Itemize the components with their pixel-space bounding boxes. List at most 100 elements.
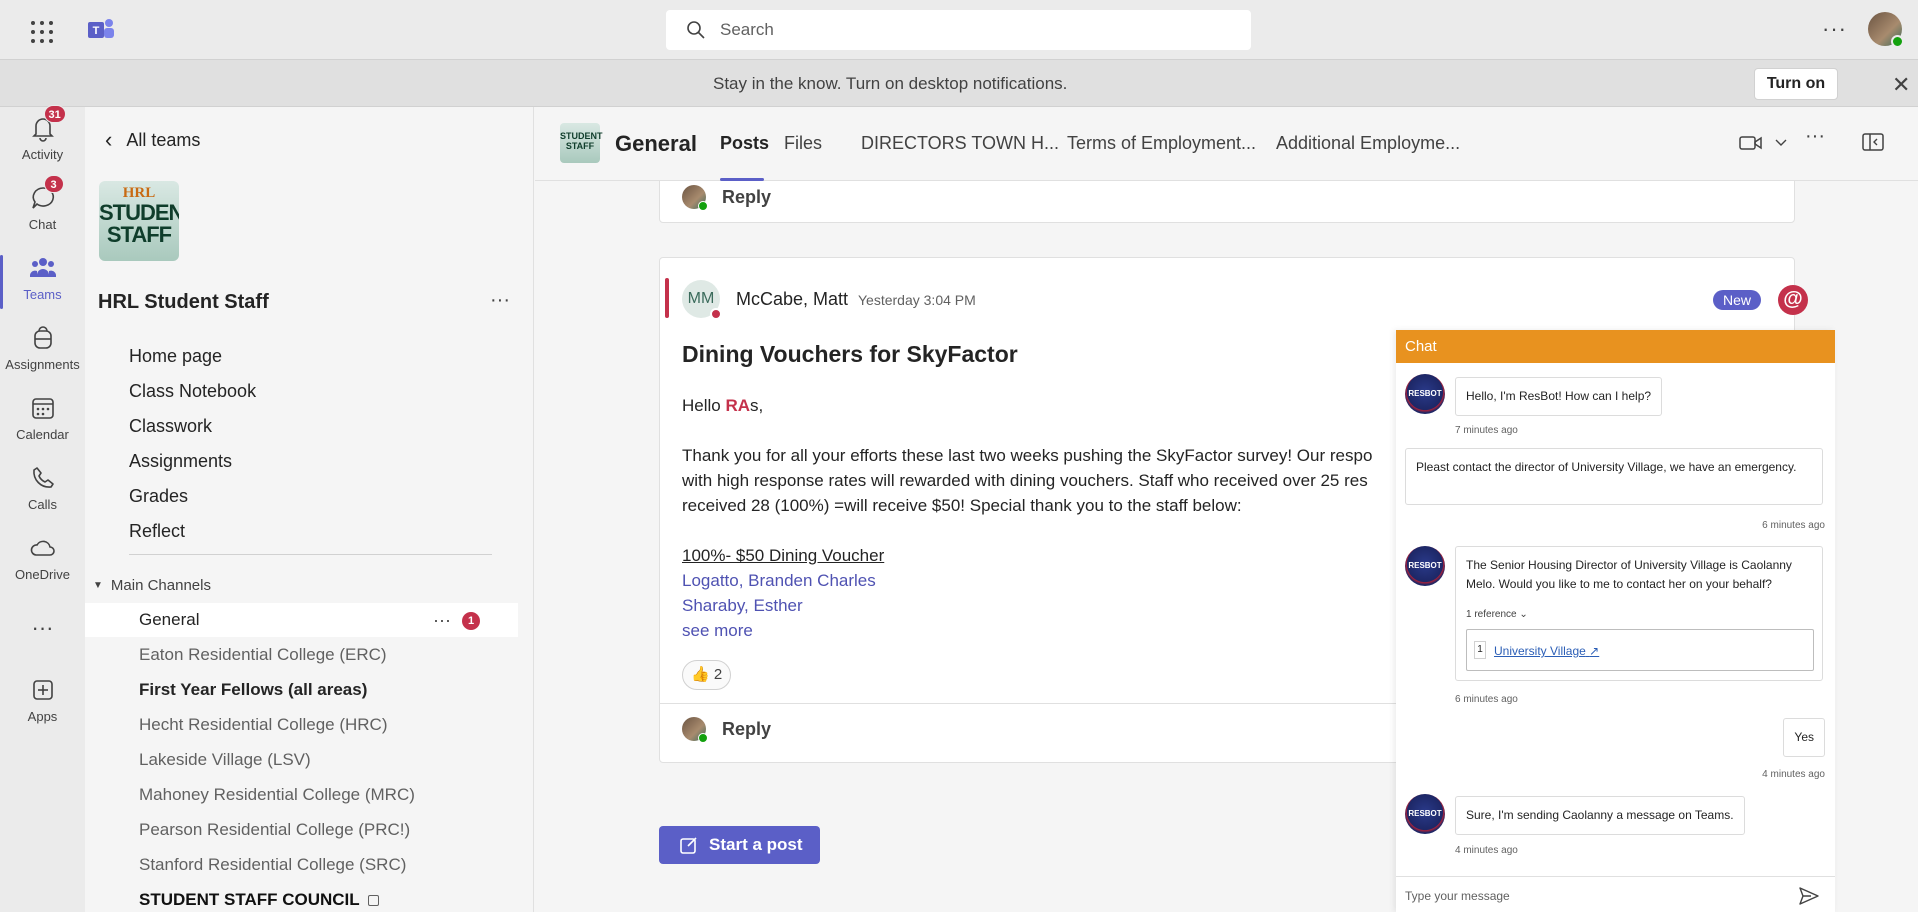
post-timestamp: Yesterday 3:04 PM — [858, 292, 976, 308]
rail-item-chat[interactable]: 3 Chat — [0, 175, 85, 232]
post-text-line: received 28 (100%) =will receive $50! Sp… — [682, 496, 1242, 515]
settings-more-button[interactable]: ··· — [1822, 16, 1847, 42]
chat-message-input[interactable]: Type your message — [1396, 876, 1835, 912]
tab-additional-employment[interactable]: Additional Employme... — [1276, 133, 1460, 154]
tab-posts[interactable]: Posts — [720, 133, 769, 154]
chevron-down-icon: ⌄ — [1519, 609, 1528, 620]
all-teams-button[interactable]: ‹ All teams — [105, 127, 200, 153]
search-input[interactable]: Search — [666, 10, 1251, 50]
greeting-text: Hello — [682, 396, 726, 415]
nav-item-assignments[interactable]: Assignments — [129, 444, 256, 479]
resbot-avatar: RESBOT — [1405, 374, 1445, 414]
channel-more-options-button[interactable]: ··· — [433, 603, 451, 637]
app-launcher-icon[interactable] — [28, 18, 56, 46]
send-icon[interactable] — [1799, 887, 1819, 905]
voucher-heading: 100%- $50 Dining Voucher — [682, 546, 885, 565]
bot-message-text: The Senior Housing Director of Universit… — [1466, 558, 1792, 591]
reply-label: Reply — [722, 718, 772, 739]
staff-mention[interactable]: Logatto, Branden Charles — [682, 568, 1372, 593]
lock-icon — [367, 895, 379, 907]
channel-item[interactable]: Hecht Residential College (HRC) — [85, 708, 518, 742]
channel-more-options-button[interactable]: ··· — [1805, 125, 1825, 148]
nav-item-grades[interactable]: Grades — [129, 479, 256, 514]
svg-text:T: T — [93, 25, 100, 37]
post-author[interactable]: McCabe, Matt — [736, 289, 848, 310]
rail-label: Calls — [28, 497, 57, 512]
reply-label: Reply — [722, 186, 772, 207]
resbot-avatar: RESBOT — [1405, 546, 1445, 586]
tab-files[interactable]: Files — [784, 133, 822, 154]
team-logo-text: STAFF — [106, 222, 172, 247]
like-reaction[interactable]: 👍 2 — [682, 660, 732, 690]
avatar[interactable]: MM — [682, 280, 722, 320]
new-badge: New — [1713, 290, 1762, 310]
avatar — [682, 717, 708, 743]
reference-link[interactable]: University Village ↗ — [1494, 642, 1599, 661]
open-panel-icon[interactable] — [1862, 133, 1884, 151]
cloud-icon — [30, 540, 55, 556]
rail-item-apps[interactable]: Apps — [0, 675, 85, 724]
team-logo-text: STUDENT — [99, 200, 179, 225]
turn-on-notifications-button[interactable]: Turn on — [1754, 68, 1838, 100]
reply-button[interactable]: Reply — [660, 704, 771, 754]
nav-item-reflect[interactable]: Reflect — [129, 514, 256, 549]
more-apps-button[interactable]: ··· — [0, 615, 85, 641]
nav-item-classwork[interactable]: Classwork — [129, 409, 256, 444]
reaction-count: 2 — [713, 666, 723, 683]
rail-label: OneDrive — [15, 567, 70, 582]
user-message: Yes — [1783, 718, 1825, 757]
tab-terms-of-employment[interactable]: Terms of Employment... — [1067, 133, 1256, 154]
main-channels-header[interactable]: ▼ Main Channels — [93, 577, 211, 594]
team-panel: ‹ All teams HRL STUDENT STAFF HRL Studen… — [85, 107, 534, 912]
reference-card: 1 University Village ↗ — [1466, 629, 1814, 671]
channel-item[interactable]: Eaton Residential College (ERC) — [85, 638, 518, 672]
video-camera-icon[interactable] — [1739, 133, 1763, 153]
channel-item[interactable]: First Year Fellows (all areas) — [85, 673, 518, 707]
staff-mention[interactable]: Sharaby, Esther — [682, 593, 1372, 618]
avatar — [682, 185, 708, 211]
post-title: Dining Vouchers for SkyFactor — [682, 341, 1018, 367]
resbot-chat-widget: Chat RESBOT Hello, I'm ResBot! How can I… — [1396, 330, 1835, 912]
rail-label: Calendar — [16, 427, 69, 442]
references-toggle[interactable]: 1 reference ⌄ — [1466, 605, 1528, 624]
phone-icon — [32, 467, 54, 488]
close-icon[interactable]: ✕ — [1892, 72, 1910, 98]
team-nav-list: Home page Class Notebook Classwork Assig… — [129, 339, 256, 549]
ra-mention[interactable]: RA — [725, 396, 750, 415]
reference-link-text: University Village — [1494, 644, 1586, 658]
tab-directors-town-hall[interactable]: DIRECTORS TOWN H... — [861, 133, 1059, 154]
channel-item[interactable]: Pearson Residential College (PRC!) — [85, 813, 518, 847]
channel-item[interactable]: Lakeside Village (LSV) — [85, 743, 518, 777]
references-label: 1 reference — [1466, 609, 1517, 620]
rail-item-calendar[interactable]: Calendar — [0, 393, 85, 442]
start-post-button[interactable]: Start a post — [659, 826, 820, 864]
rail-item-teams[interactable]: Teams — [0, 253, 85, 309]
channel-general[interactable]: General ··· 1 — [85, 603, 518, 637]
important-marker — [665, 278, 669, 318]
mention-icon: @ — [1778, 285, 1808, 315]
team-logo: HRL STUDENT STAFF — [99, 181, 179, 261]
start-post-label: Start a post — [709, 835, 803, 854]
thumbs-up-icon: 👍 — [691, 666, 710, 683]
channel-item[interactable]: Stanford Residential College (SRC) — [85, 848, 518, 882]
nav-item-class-notebook[interactable]: Class Notebook — [129, 374, 256, 409]
rail-item-onedrive[interactable]: OneDrive — [0, 533, 85, 582]
avatar-initials: MM — [687, 290, 715, 307]
rail-item-calls[interactable]: Calls — [0, 463, 85, 512]
see-more-link[interactable]: see more — [682, 618, 1372, 643]
reply-button[interactable]: Reply — [660, 181, 1794, 222]
app-rail: 31 Activity 3 Chat Teams Assignments Cal… — [0, 105, 85, 912]
channel-student-staff-council[interactable]: STUDENT STAFF COUNCIL — [85, 883, 518, 912]
search-placeholder: Search — [720, 20, 774, 39]
team-name: HRL Student Staff — [98, 291, 269, 313]
message-timestamp: 7 minutes ago — [1455, 425, 1518, 436]
rail-item-activity[interactable]: 31 Activity — [0, 105, 85, 162]
team-more-options-button[interactable]: ··· — [490, 289, 510, 312]
nav-item-home-page[interactable]: Home page — [129, 339, 256, 374]
profile-avatar[interactable] — [1868, 12, 1904, 48]
chat-widget-header: Chat — [1396, 330, 1835, 363]
channel-item[interactable]: Mahoney Residential College (MRC) — [85, 778, 518, 812]
chevron-down-icon[interactable] — [1775, 139, 1787, 147]
compose-icon — [680, 837, 697, 854]
rail-item-assignments[interactable]: Assignments — [0, 323, 85, 372]
